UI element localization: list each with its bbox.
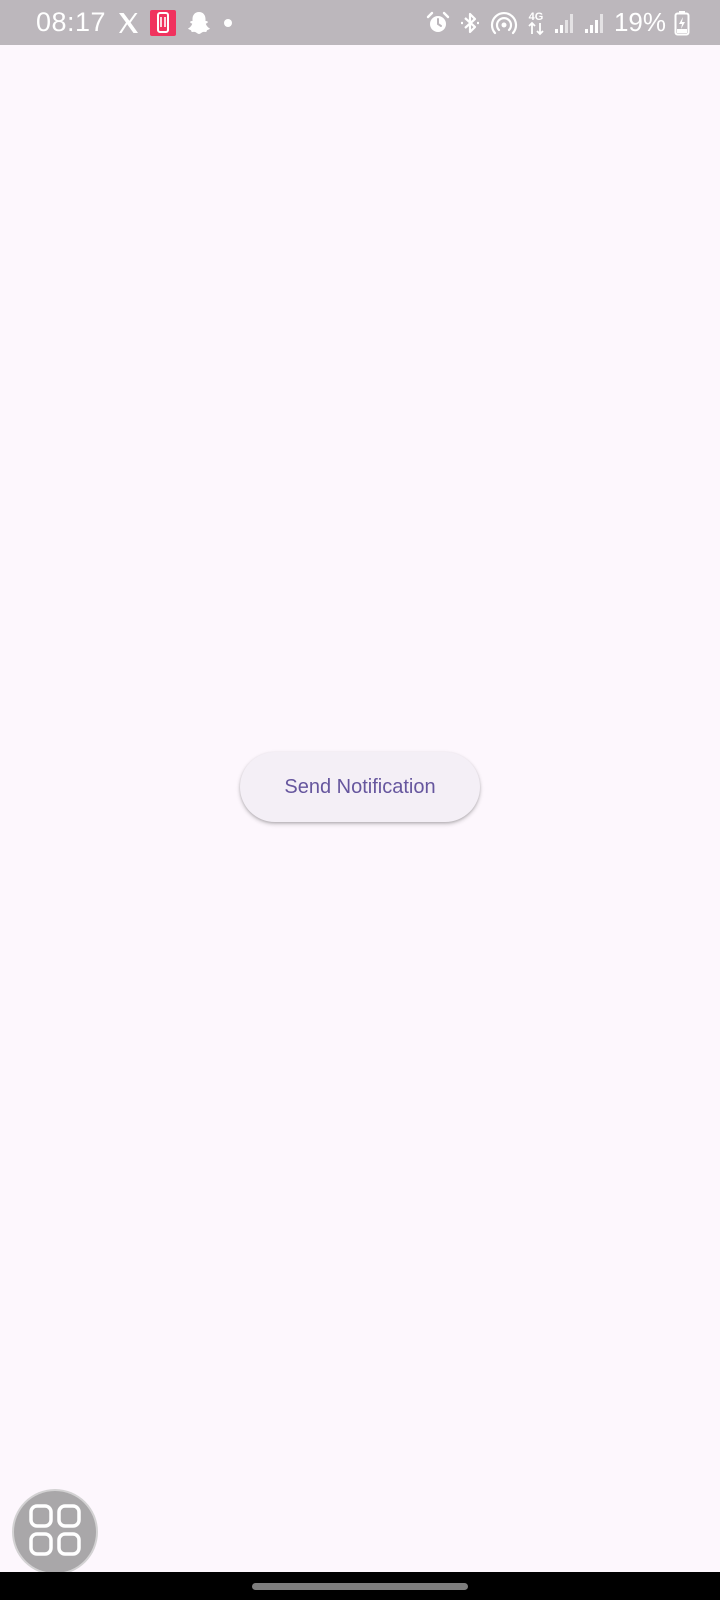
status-bar: 08:17 4G 19%	[0, 0, 720, 45]
network-4g-icon: 4G	[526, 0, 546, 45]
bluetooth-icon	[458, 0, 482, 45]
assistive-menu-button[interactable]	[14, 1491, 96, 1573]
signal-icon	[554, 0, 576, 45]
network-type-label: 4G	[529, 11, 544, 23]
hotspot-icon	[490, 0, 518, 45]
alarm-icon	[426, 0, 450, 45]
battery-percent: 19%	[613, 7, 666, 37]
x-icon	[116, 0, 140, 45]
navigation-bar	[0, 1572, 720, 1600]
status-right: 4G 19%	[426, 0, 690, 45]
send-notification-button[interactable]: Send Notification	[240, 752, 480, 822]
battery-charging-icon	[674, 0, 690, 45]
app-notification-icon	[150, 0, 177, 45]
status-left: 08:17	[36, 0, 234, 45]
status-time: 08:17	[36, 7, 107, 37]
dot-icon	[222, 0, 234, 45]
grid-icon	[27, 1502, 83, 1563]
signal-icon	[584, 0, 606, 45]
home-gesture-handle[interactable]	[252, 1583, 468, 1590]
snapchat-icon	[186, 0, 212, 45]
